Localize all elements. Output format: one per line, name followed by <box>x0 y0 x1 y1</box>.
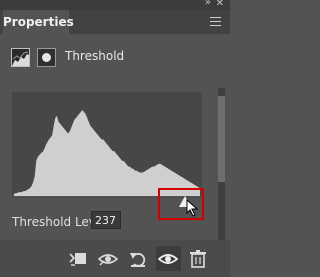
close-icon[interactable]: ✕ <box>216 0 224 9</box>
layer-mask-icon[interactable] <box>37 48 56 67</box>
threshold-adjustment-icon[interactable] <box>11 48 30 67</box>
threshold-adjustment-glyph <box>12 49 29 66</box>
clip-to-layer-icon[interactable] <box>68 250 88 268</box>
reset-icon[interactable] <box>128 250 148 268</box>
hamburger-menu-icon[interactable] <box>210 17 221 27</box>
mouse-cursor-icon <box>186 199 199 217</box>
panel-scrollbar[interactable] <box>218 88 225 240</box>
double-chevron-icon[interactable]: » <box>205 0 211 8</box>
adjustment-title: Threshold <box>65 49 125 63</box>
tab-row: Properties <box>0 10 230 34</box>
histogram-area <box>14 110 200 196</box>
eye-icon[interactable] <box>158 250 178 268</box>
trash-icon[interactable] <box>188 250 208 268</box>
histogram <box>12 92 202 196</box>
panel-top-bar: » ✕ <box>0 0 230 10</box>
tab-properties[interactable]: Properties <box>3 10 74 34</box>
scrollbar-thumb[interactable] <box>218 96 225 182</box>
view-previous-state-icon[interactable] <box>98 250 118 268</box>
threshold-level-input[interactable]: 237 <box>91 211 121 229</box>
